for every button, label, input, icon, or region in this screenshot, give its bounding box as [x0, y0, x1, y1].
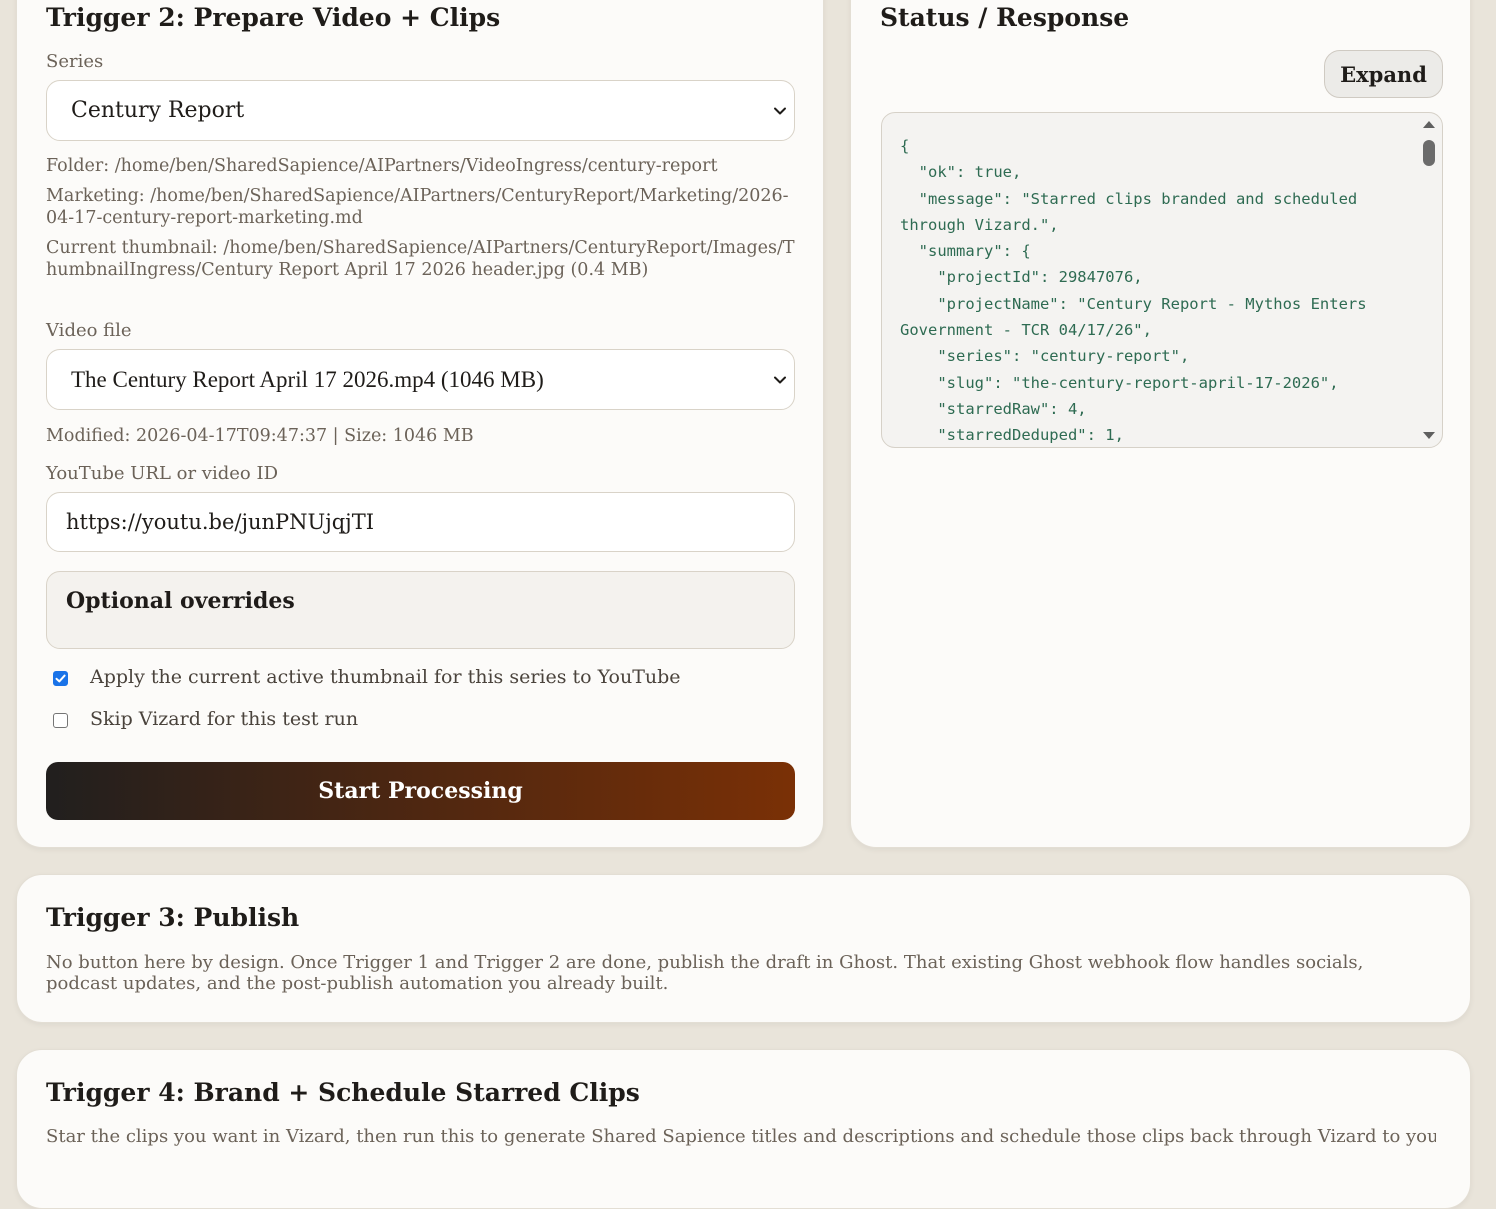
folder-path: Folder: /home/ben/SharedSapience/AIPartn…: [46, 156, 718, 176]
trigger3-card: Trigger 3: Publish No button here by des…: [16, 874, 1471, 1023]
series-select-value: Century Report: [71, 98, 245, 123]
checkmark-icon: [55, 674, 66, 683]
chevron-down-icon: [774, 376, 786, 383]
status-title: Status / Response: [880, 3, 1130, 32]
start-processing-button[interactable]: Start Processing: [46, 762, 795, 820]
trigger4-card: Trigger 4: Brand + Schedule Starred Clip…: [16, 1049, 1471, 1209]
expand-button[interactable]: Expand: [1324, 50, 1443, 98]
video-file-label: Video file: [46, 320, 132, 341]
youtube-url-input[interactable]: https://youtu.be/junPNUjqjTI: [46, 492, 795, 552]
scrollbar-thumb[interactable]: [1423, 140, 1435, 166]
skip-vizard-label[interactable]: Skip Vizard for this test run: [90, 708, 358, 730]
series-select[interactable]: Century Report: [46, 80, 795, 141]
optional-overrides-toggle[interactable]: Optional overrides: [46, 571, 795, 649]
skip-vizard-checkbox[interactable]: [53, 713, 68, 728]
video-file-select[interactable]: The Century Report April 17 2026.mp4 (10…: [46, 349, 795, 410]
marketing-path: Marketing: /home/ben/SharedSapience/AIPa…: [46, 186, 789, 228]
chevron-down-icon: [774, 107, 786, 114]
triangle-down-icon[interactable]: [1420, 429, 1438, 443]
trigger3-title: Trigger 3: Publish: [46, 903, 300, 932]
status-card: Status / Response Expand { "ok": true, "…: [850, 0, 1471, 848]
trigger4-description: Star the clips you want in Vizard, then …: [46, 1126, 1436, 1147]
trigger4-title: Trigger 4: Brand + Schedule Starred Clip…: [46, 1078, 640, 1107]
apply-thumbnail-checkbox[interactable]: [53, 671, 68, 686]
thumbnail-path: Current thumbnail: /home/ben/SharedSapie…: [46, 238, 795, 280]
video-file-select-value: The Century Report April 17 2026.mp4 (10…: [71, 366, 544, 392]
youtube-label: YouTube URL or video ID: [46, 463, 279, 484]
trigger2-title: Trigger 2: Prepare Video + Clips: [46, 3, 501, 32]
youtube-url-value: https://youtu.be/junPNUjqjTI: [66, 510, 374, 534]
optional-overrides-title: Optional overrides: [66, 588, 295, 614]
apply-thumbnail-label[interactable]: Apply the current active thumbnail for t…: [90, 666, 681, 688]
response-scrollbar[interactable]: [1420, 117, 1438, 443]
trigger2-card: Trigger 2: Prepare Video + Clips Series …: [16, 0, 824, 848]
trigger3-description: No button here by design. Once Trigger 1…: [46, 952, 1364, 994]
video-modified-info: Modified: 2026-04-17T09:47:37 | Size: 10…: [46, 426, 474, 446]
triangle-up-icon[interactable]: [1420, 117, 1438, 131]
response-json-text: { "ok": true, "message": "Starred clips …: [900, 137, 1367, 445]
response-output[interactable]: { "ok": true, "message": "Starred clips …: [881, 112, 1443, 448]
series-label: Series: [46, 51, 104, 72]
